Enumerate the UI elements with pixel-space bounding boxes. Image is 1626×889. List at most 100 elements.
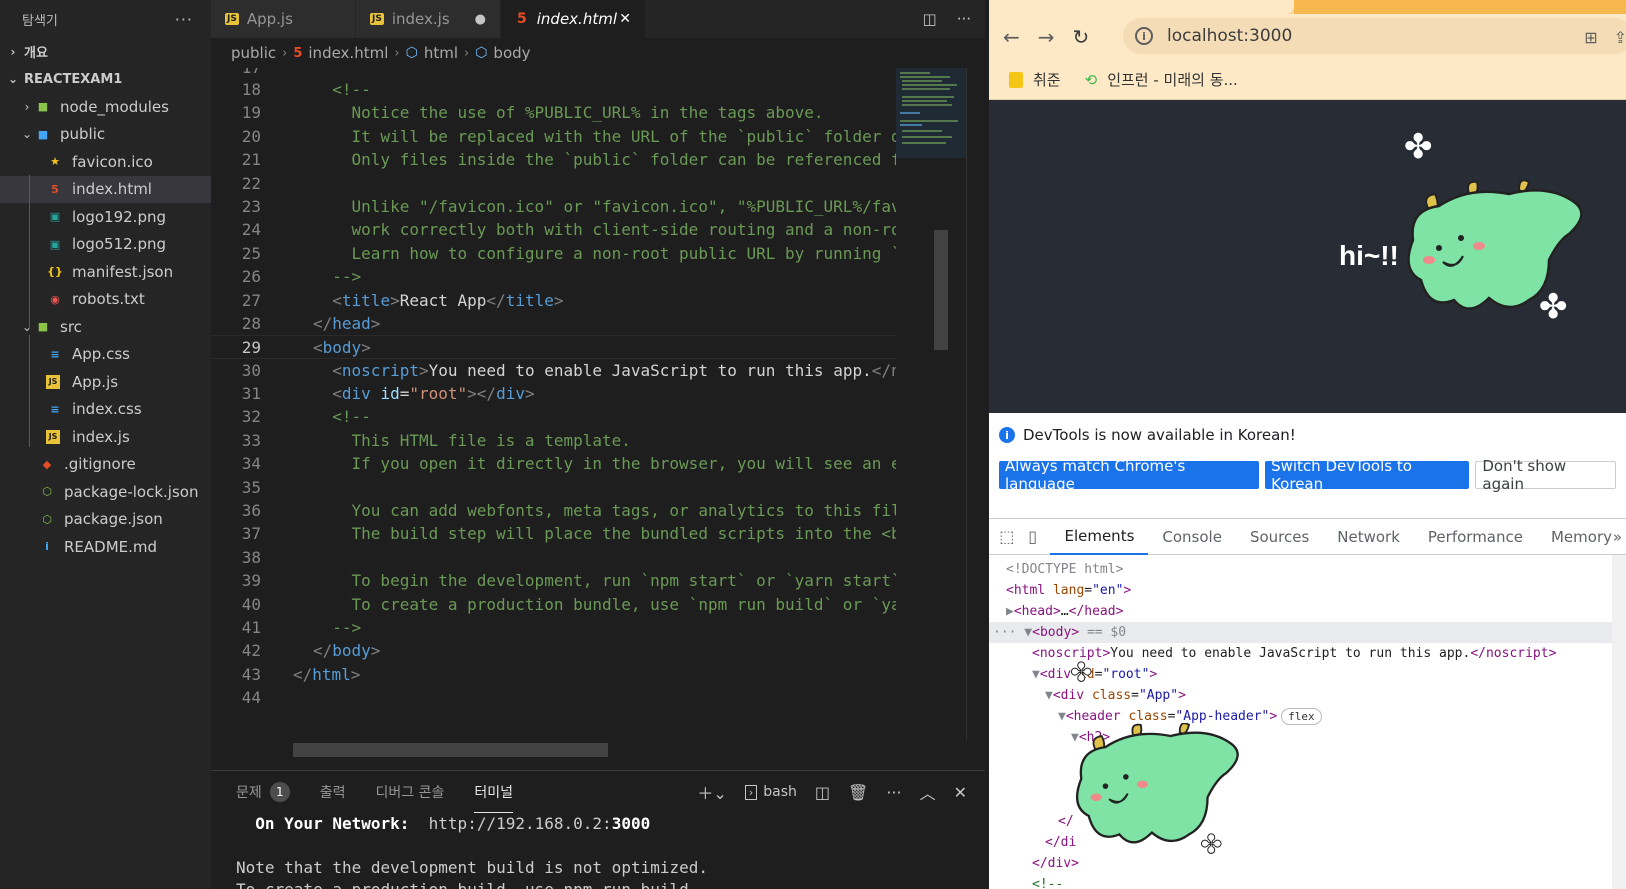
line-number: 41 bbox=[241, 617, 261, 637]
devtools-scrollbar[interactable] bbox=[1612, 555, 1626, 889]
tab-debug-console[interactable]: 디버그 콘솔 bbox=[376, 771, 445, 813]
more-tabs-icon[interactable]: » bbox=[1613, 528, 1622, 546]
share-icon[interactable]: ⇪ bbox=[1614, 28, 1626, 47]
project-section[interactable]: ⌄ REACTEXAM1 bbox=[0, 66, 211, 94]
dom-node[interactable]: <!-- bbox=[989, 874, 1626, 889]
file-tree-item[interactable]: ≡ index.css bbox=[0, 396, 211, 424]
line-number: 19 bbox=[241, 103, 261, 123]
file-tree-item[interactable]: JS App.js bbox=[0, 368, 211, 396]
file-tree-item[interactable]: ★ favicon.ico bbox=[0, 148, 211, 176]
breadcrumb-item[interactable]: body bbox=[493, 44, 530, 62]
vertical-scrollbar[interactable] bbox=[966, 68, 980, 740]
dom-node[interactable]: <!DOCTYPE html> bbox=[989, 559, 1626, 580]
site-info-icon[interactable]: i bbox=[1135, 27, 1153, 45]
more-actions-icon[interactable]: ··· bbox=[957, 10, 971, 28]
dom-node[interactable]: </div> bbox=[989, 853, 1626, 874]
bookmark-item[interactable]: 인프런 - 미래의 동... bbox=[1107, 69, 1238, 90]
dom-node[interactable]: <html lang="en"> bbox=[989, 580, 1626, 601]
tab-network[interactable]: Network bbox=[1323, 519, 1414, 555]
close-icon[interactable]: ✕ bbox=[619, 11, 631, 27]
code-editor[interactable]: 1718 <!--19 Notice the use of %PUBLIC_UR… bbox=[211, 68, 896, 770]
file-tree-item[interactable]: 5 index.html bbox=[0, 175, 211, 203]
back-icon[interactable]: ← bbox=[1003, 25, 1020, 49]
close-icon[interactable]: ✕ bbox=[954, 783, 967, 802]
add-terminal-icon[interactable]: ＋⌄ bbox=[697, 780, 726, 804]
tab-index-js[interactable]: JS index.js ● bbox=[356, 0, 501, 38]
split-editor-icon[interactable]: ◫ bbox=[923, 10, 937, 28]
image-file-icon: ▣ bbox=[49, 237, 61, 251]
file-tree-label: index.html bbox=[72, 180, 152, 199]
breadcrumb-item[interactable]: html bbox=[424, 44, 458, 62]
switch-to-korean-button[interactable]: Switch DevTools to Korean bbox=[1265, 457, 1470, 493]
reload-icon[interactable]: ↻ bbox=[1073, 25, 1090, 49]
dont-show-again-button[interactable]: Don't show again bbox=[1475, 457, 1616, 493]
explorer-more-icon[interactable]: ··· bbox=[175, 10, 193, 29]
inspect-element-icon[interactable]: ⬚ bbox=[999, 527, 1015, 547]
translate-icon[interactable]: ⊞ bbox=[1584, 28, 1597, 47]
js-file-icon: JS bbox=[46, 429, 60, 444]
browser-tab[interactable] bbox=[989, 0, 1294, 14]
file-tree-item[interactable]: ⬡ package-lock.json bbox=[0, 478, 211, 506]
file-tree-item[interactable]: ⬡ package.json bbox=[0, 506, 211, 534]
terminal-output[interactable]: On Your Network: http://192.168.0.2:3000… bbox=[211, 813, 985, 889]
code-line: 43 </html> bbox=[211, 663, 896, 686]
terminal-line: To create a production build, use npm ru… bbox=[236, 879, 985, 889]
more-actions-icon[interactable]: ··· bbox=[886, 783, 901, 802]
breadcrumb-item[interactable]: public bbox=[231, 44, 276, 62]
tab-index-html[interactable]: 5 index.html ✕ bbox=[501, 0, 646, 38]
chevron-down-icon: ⌄ bbox=[7, 72, 19, 87]
code-text: <!-- bbox=[313, 407, 371, 427]
outline-section[interactable]: › 개요 bbox=[0, 38, 211, 66]
file-tree-item[interactable]: ⌄ ■ src bbox=[0, 313, 211, 341]
dom-node[interactable]: ··· ▼<body> == $0 bbox=[989, 622, 1626, 643]
file-tree-item[interactable]: i README.md bbox=[0, 533, 211, 561]
tab-elements[interactable]: Elements bbox=[1050, 519, 1149, 555]
tab-output[interactable]: 출력 bbox=[320, 771, 346, 813]
horizontal-scrollbar[interactable] bbox=[293, 743, 608, 757]
editor-tabs: JS App.js JS index.js ● 5 index.html ✕ ◫… bbox=[211, 0, 985, 38]
file-tree-label: package-lock.json bbox=[64, 482, 199, 501]
breadcrumb-item[interactable]: index.html bbox=[308, 44, 388, 62]
file-tree-item[interactable]: {} manifest.json bbox=[0, 258, 211, 286]
file-tree-item[interactable]: ◉ robots.txt bbox=[0, 286, 211, 314]
tab-performance[interactable]: Performance bbox=[1414, 519, 1537, 555]
code-line: 37 The build step will place the bundled… bbox=[211, 522, 896, 545]
address-bar[interactable]: i localhost:3000 ⊞ ⇪ bbox=[1123, 18, 1626, 54]
file-tree-item[interactable]: › ■ node_modules bbox=[0, 93, 211, 121]
split-terminal-icon[interactable]: ◫ bbox=[815, 783, 830, 802]
scrollbar-thumb[interactable] bbox=[934, 230, 948, 350]
always-match-language-button[interactable]: Always match Chrome's language bbox=[999, 457, 1260, 493]
file-tree-item[interactable]: JS index.js bbox=[0, 423, 211, 451]
code-line: 40 To create a production bundle, use `n… bbox=[211, 593, 896, 616]
dom-node[interactable]: ▶<head>…</head> bbox=[989, 601, 1626, 622]
tab-problems[interactable]: 문제 1 bbox=[236, 771, 290, 813]
file-tree-item[interactable]: ▣ logo512.png bbox=[0, 231, 211, 259]
tab-terminal[interactable]: 터미널 bbox=[474, 771, 514, 813]
html5-file-icon: 5 bbox=[517, 11, 527, 27]
code-text: It will be replaced with the URL of the … bbox=[313, 126, 896, 146]
tab-app-js[interactable]: JS App.js bbox=[211, 0, 356, 38]
tab-sources[interactable]: Sources bbox=[1236, 519, 1323, 555]
minimap[interactable] bbox=[896, 68, 966, 768]
browser-tab[interactable] bbox=[1294, 0, 1626, 14]
tab-console[interactable]: Console bbox=[1148, 519, 1236, 555]
file-tree-item[interactable]: ▣ logo192.png bbox=[0, 203, 211, 231]
forward-icon[interactable]: → bbox=[1038, 25, 1055, 49]
dom-tree[interactable]: <!DOCTYPE html> <html lang="en"> ▶<head>…<… bbox=[989, 555, 1626, 889]
line-number: 33 bbox=[241, 430, 261, 450]
file-tree-item[interactable]: ◆ .gitignore bbox=[0, 451, 211, 479]
device-toolbar-icon[interactable]: ▯ bbox=[1025, 527, 1041, 547]
outline-label: 개요 bbox=[24, 46, 48, 62]
terminal-shell-selector[interactable]: › bash bbox=[744, 784, 797, 800]
line-number: 29 bbox=[241, 338, 261, 358]
maximize-panel-icon[interactable]: ︿ bbox=[920, 780, 936, 804]
trash-icon[interactable]: 🗑 bbox=[848, 783, 868, 802]
bookmark-item[interactable]: 취준 bbox=[1033, 69, 1061, 90]
file-tree-item[interactable]: ⌄ ■ public bbox=[0, 121, 211, 149]
editor-area: JS App.js JS index.js ● 5 index.html ✕ ◫… bbox=[211, 0, 985, 770]
unsaved-dot-icon[interactable]: ● bbox=[475, 12, 486, 27]
file-tree-item[interactable]: ≡ App.css bbox=[0, 341, 211, 369]
